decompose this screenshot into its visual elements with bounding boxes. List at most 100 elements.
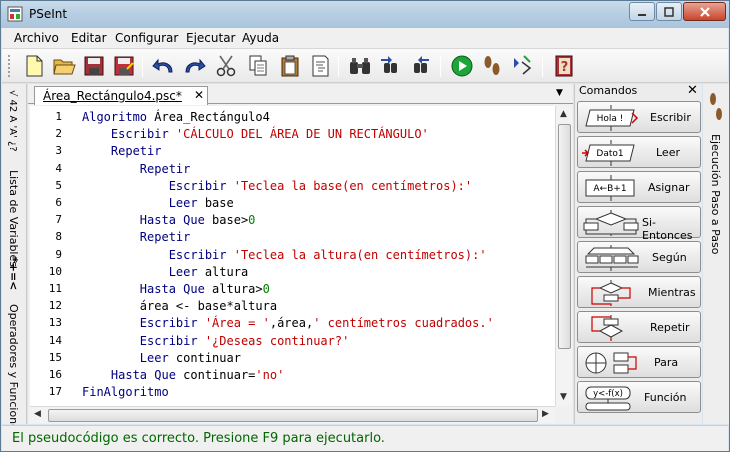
vertical-scrollbar[interactable]: ▲ ▼ — [555, 106, 572, 406]
paste-button[interactable] — [276, 52, 304, 80]
find-next-icon — [381, 56, 397, 73]
operators-functions-tab[interactable]: Operadores y Funciones — [7, 304, 20, 437]
cmd-para-button[interactable]: Para — [577, 346, 701, 378]
code-token: 0 — [248, 213, 256, 228]
vertical-scroll-thumb[interactable] — [558, 124, 571, 349]
code-line: Hasta Que continuar='no' — [82, 367, 284, 384]
toolbar-grip[interactable] — [8, 55, 11, 77]
minimize-icon — [638, 13, 646, 16]
find-next-button[interactable] — [376, 52, 404, 80]
cmd-escribir-button[interactable]: Hola ! Escribir — [577, 101, 701, 133]
open-button[interactable] — [50, 52, 78, 80]
menu-ayuda[interactable]: Ayuda — [242, 31, 279, 45]
cmd-segun-button[interactable]: Según — [577, 241, 701, 273]
while-icon — [591, 280, 631, 306]
code-token: continuar — [175, 350, 241, 365]
search-button[interactable] — [346, 52, 374, 80]
step-by-step-button[interactable] — [478, 52, 506, 80]
cmd-funcion-button[interactable]: y<-f(x) Función — [577, 381, 701, 413]
tab-dropdown-icon[interactable]: ▼ — [556, 88, 563, 98]
play-icon — [451, 55, 473, 77]
save-button[interactable] — [80, 52, 108, 80]
code-line: Leer continuar — [82, 350, 241, 367]
new-file-icon — [26, 55, 43, 77]
maximize-button[interactable] — [656, 2, 682, 21]
code-token: 'Teclea la base(en centímetros):' — [233, 178, 473, 193]
menu-editar[interactable]: Editar — [71, 31, 107, 45]
new-file-button[interactable] — [20, 52, 48, 80]
assign-icon: A←B+1 — [585, 175, 635, 201]
line-number: 14 — [48, 333, 62, 347]
app-window: PSeInt Archivo Editar Configurar Ejecuta… — [0, 0, 730, 452]
code-line: Repetir — [82, 161, 191, 178]
code-token: Repetir — [82, 144, 162, 159]
scroll-left-icon[interactable]: ◀ — [34, 409, 41, 419]
operators-symbol-icon[interactable]: *+=< — [7, 257, 20, 290]
save-as-button[interactable] — [110, 52, 138, 80]
scroll-down-icon[interactable]: ▼ — [560, 392, 567, 402]
code-line: Escribir 'CÁLCULO DEL ÁREA DE UN RECTÁNG… — [82, 126, 429, 143]
line-number: 12 — [48, 299, 62, 313]
code-token: '¿Deseas continuar?' — [204, 333, 350, 348]
horizontal-scrollbar[interactable]: ◀ ▶ — [30, 406, 555, 423]
format-button[interactable] — [306, 52, 334, 80]
tab-close-icon[interactable]: ✕ — [194, 88, 204, 102]
line-number: 2 — [55, 127, 62, 141]
code-line: Leer base — [82, 195, 234, 212]
replace-button[interactable] — [406, 52, 434, 80]
help-button[interactable]: ? — [550, 52, 578, 80]
line-number: 10 — [48, 264, 62, 278]
footsteps-icon[interactable] — [706, 90, 726, 124]
variables-list-tab[interactable]: Lista de Variables — [7, 170, 20, 267]
step-by-step-tab[interactable]: Ejecución Paso a Paso — [709, 134, 722, 255]
draw-diagram-button[interactable] — [508, 52, 536, 80]
line-number: 11 — [48, 282, 62, 295]
cmd-asignar-button[interactable]: A←B+1 Asignar — [577, 171, 701, 203]
menu-archivo[interactable]: Archivo — [14, 31, 59, 45]
code-editor[interactable]: 1 2 3 4 5 6 7 8 9 10 11 12 13 14 15 16 17 Algoritmo Área… — [30, 106, 555, 406]
cmd-mientras-button[interactable]: Mientras — [577, 276, 701, 308]
repeat-icon — [591, 315, 624, 341]
copy-button[interactable] — [244, 52, 272, 80]
binoculars-icon — [350, 58, 370, 74]
run-button[interactable] — [448, 52, 476, 80]
cmd-repetir-button[interactable]: Repetir — [577, 311, 701, 343]
cmd-escribir-label: Escribir — [650, 111, 691, 124]
variables-symbol-icon[interactable]: √ 42 A 'A' ¿? — [7, 90, 18, 152]
code-line: Repetir — [82, 229, 191, 246]
minimize-button[interactable] — [629, 2, 655, 21]
undo-button[interactable] — [150, 52, 178, 80]
code-line: Hasta Que base>0 — [82, 212, 256, 229]
file-tab[interactable]: Área_Rectángulo4.psc* ✕ — [34, 86, 208, 105]
file-tab-label: Área_Rectángulo4.psc* — [43, 89, 182, 103]
cmd-leer-button[interactable]: Dato1 Leer — [577, 136, 701, 168]
code-token: Repetir — [82, 161, 191, 176]
line-number: 16 — [48, 368, 62, 381]
code-token: Área_Rectángulo4 — [154, 110, 270, 124]
code-line: Hasta Que altura>0 — [82, 281, 270, 298]
code-token: Hasta Que — [82, 368, 184, 382]
code-line: Repetir — [82, 143, 162, 160]
write-icon-text: Hola ! — [597, 114, 624, 124]
help-book-icon: ? — [555, 55, 573, 77]
code-token: Escribir — [82, 333, 205, 348]
save-icon — [84, 56, 104, 76]
redo-button[interactable] — [180, 52, 208, 80]
scroll-right-icon[interactable]: ▶ — [542, 409, 549, 419]
horizontal-scroll-thumb[interactable] — [48, 409, 538, 422]
code-line: Escribir 'Teclea la base(en centímetros)… — [82, 178, 472, 195]
close-button[interactable] — [683, 2, 726, 21]
editor-area: Área_Rectángulo4.psc* ✕ ▼ 1 2 3 4 5 6 7 8 9 10 11 1… — [28, 84, 573, 424]
scroll-up-icon[interactable]: ▲ — [560, 109, 567, 119]
commands-title: Comandos — [579, 84, 638, 97]
code-token: ,área, — [269, 316, 314, 331]
cut-button[interactable] — [212, 52, 240, 80]
code-token: base> — [212, 213, 249, 228]
save-as-icon — [114, 56, 134, 76]
read-icon: Dato1 — [582, 140, 635, 166]
commands-close-icon[interactable]: ✕ — [687, 83, 698, 98]
menu-configurar[interactable]: Configurar — [115, 31, 178, 45]
menu-ejecutar[interactable]: Ejecutar — [186, 31, 236, 45]
cmd-si-entonces-button[interactable]: Si-Entonces — [577, 206, 701, 242]
cmd-asignar-label: Asignar — [648, 181, 690, 194]
